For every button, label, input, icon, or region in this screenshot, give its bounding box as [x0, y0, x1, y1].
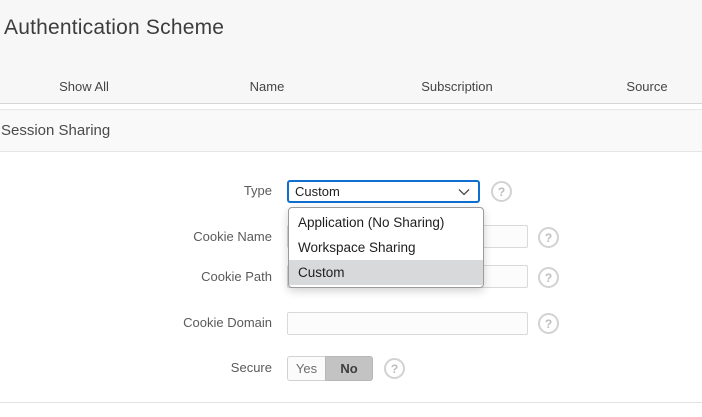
- tab-source[interactable]: Source: [626, 79, 667, 95]
- cookie-name-help-icon[interactable]: ?: [538, 227, 559, 248]
- type-select[interactable]: Custom: [287, 180, 480, 203]
- type-help-icon[interactable]: ?: [491, 181, 512, 202]
- dropdown-option-application-no-sharing[interactable]: Application (No Sharing): [289, 210, 483, 235]
- chevron-down-icon: [458, 188, 470, 195]
- secure-yes-button[interactable]: Yes: [287, 356, 325, 381]
- secure-toggle: Yes No: [287, 356, 373, 381]
- section-title: Session Sharing: [1, 122, 111, 139]
- cookie-domain-label: Cookie Domain: [183, 315, 272, 330]
- bottom-divider: [0, 402, 702, 403]
- secure-label: Secure: [230, 360, 272, 375]
- cookie-name-label: Cookie Name: [193, 229, 272, 244]
- dropdown-option-workspace-sharing[interactable]: Workspace Sharing: [289, 235, 483, 260]
- page-header-band: Authentication Scheme Show All Name Subs…: [0, 0, 702, 104]
- cookie-path-help-icon[interactable]: ?: [538, 267, 559, 288]
- tab-subscription[interactable]: Subscription: [421, 79, 493, 95]
- tab-name[interactable]: Name: [250, 79, 285, 95]
- secure-help-icon[interactable]: ?: [384, 358, 405, 379]
- session-sharing-section-header: Session Sharing: [0, 109, 702, 152]
- cookie-domain-input[interactable]: [287, 312, 528, 335]
- tab-show-all[interactable]: Show All: [59, 79, 109, 95]
- dropdown-option-custom[interactable]: Custom: [289, 260, 483, 285]
- page-title: Authentication Scheme: [4, 16, 225, 39]
- type-select-dropdown: Application (No Sharing) Workspace Shari…: [288, 207, 484, 288]
- cookie-domain-help-icon[interactable]: ?: [538, 313, 559, 334]
- type-select-value: Custom: [295, 184, 340, 199]
- authentication-scheme-page: Authentication Scheme Show All Name Subs…: [0, 0, 702, 417]
- type-label: Type: [243, 183, 272, 198]
- cookie-path-label: Cookie Path: [201, 269, 272, 284]
- secure-no-button[interactable]: No: [325, 356, 373, 381]
